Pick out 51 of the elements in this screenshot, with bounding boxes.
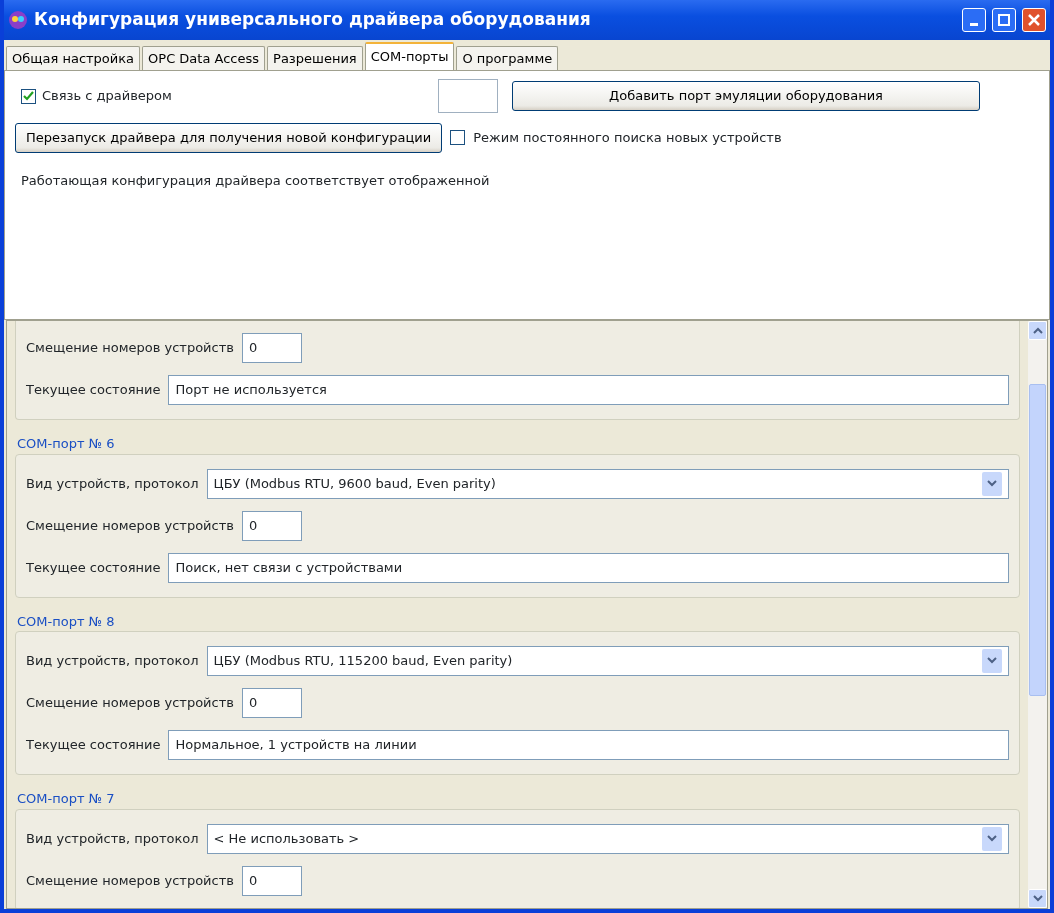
field-label: Смещение номеров устройств: [26, 694, 234, 713]
field-label: Смещение номеров устройств: [26, 516, 234, 535]
tab[interactable]: Разрешения: [267, 46, 363, 70]
close-button[interactable]: [1022, 8, 1046, 32]
field-label: Вид устройств, протокол: [26, 652, 199, 671]
checkbox[interactable]: [450, 130, 466, 146]
field-label: Смещение номеров устройств: [26, 339, 234, 358]
scroll-down-icon[interactable]: [1028, 889, 1047, 908]
dropdown[interactable]: ЦБУ (Modbus RTU, 9600 baud, Even parity): [206, 468, 1009, 499]
scroll-up-icon[interactable]: [1028, 321, 1047, 340]
caret-icon: [982, 471, 1002, 496]
input-field[interactable]: [438, 79, 498, 113]
dropdown[interactable]: < Не использовать >: [206, 823, 1009, 854]
restart-button[interactable]: Перезапуск драйвера для получения новой конфигурации: [15, 123, 443, 153]
dropdown[interactable]: ЦБУ (Modbus RTU, 115200 baud, Even parity): [206, 646, 1009, 676]
checkbox[interactable]: [21, 88, 36, 104]
field-label: Текущее состояние: [26, 736, 161, 755]
field-label: Смещение номеров устройств: [26, 871, 234, 890]
scroll-thumb[interactable]: [1029, 384, 1046, 696]
tab[interactable]: OPC Data Access: [142, 46, 266, 70]
field-label: Вид устройств, протокол: [26, 474, 199, 493]
input-field[interactable]: 0: [241, 510, 302, 541]
status-field: Нормальное, 1 устройств на линии: [168, 730, 1009, 760]
input-field[interactable]: 0: [241, 865, 302, 896]
tab[interactable]: Общая настройка: [6, 46, 141, 70]
maximize-button[interactable]: [992, 8, 1016, 32]
tab[interactable]: COM-порты: [364, 42, 455, 70]
minimize-button[interactable]: [962, 8, 986, 32]
app-icon: [8, 10, 28, 30]
caret-icon: [982, 826, 1002, 851]
window-title: Конфигурация универсального драйвера оборудования: [34, 8, 591, 32]
field-label: Текущее состояние: [26, 381, 161, 400]
status-field: Порт не используется: [168, 375, 1009, 405]
group-legend: COM-порт № 6: [17, 434, 115, 454]
input-field[interactable]: 0: [241, 688, 302, 718]
field-label: Вид устройств, протокол: [26, 829, 199, 848]
group-legend: COM-порт № 7: [17, 789, 115, 809]
status-message: Работающая конфигурация драйвера соответствует отображенной: [21, 171, 491, 190]
group-legend: COM-порт № 8: [17, 611, 115, 631]
status-field: Поиск, нет связи с устройствами: [168, 552, 1009, 583]
caret-icon: [982, 649, 1002, 673]
field-label: Текущее состояние: [26, 558, 161, 577]
maximize-icon: [998, 14, 1010, 26]
scrollbar[interactable]: [1028, 321, 1047, 908]
checkbox-label: Связь с драйвером: [42, 87, 173, 106]
input-field[interactable]: 0: [241, 333, 302, 363]
minimize-icon: [970, 22, 978, 26]
checkbox-label: Режим постоянного поиска новых устройств: [473, 129, 782, 147]
add-port-button[interactable]: Добавить порт эмуляции оборудования: [512, 81, 980, 111]
tab[interactable]: О программе: [456, 46, 559, 70]
close-icon: [1028, 14, 1040, 26]
